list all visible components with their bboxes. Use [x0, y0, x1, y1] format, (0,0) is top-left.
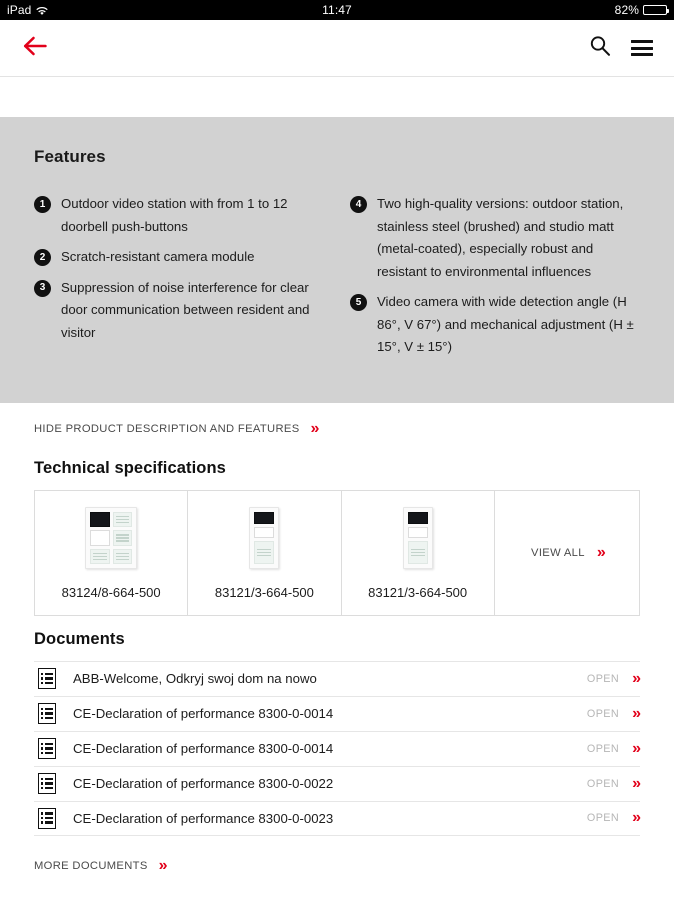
document-icon: [38, 773, 56, 794]
status-bar-clock: 11:47: [322, 3, 352, 17]
feature-text: Suppression of noise interference for cl…: [61, 279, 310, 340]
product-variant-card[interactable]: 83124/8-664-500: [35, 490, 189, 615]
double-chevron-right-icon: »: [310, 419, 320, 437]
document-row[interactable]: ABB-Welcome, Odkryj swoj dom na nowo OPE…: [34, 660, 641, 696]
menu-button[interactable]: [628, 34, 656, 62]
view-all-label: VIEW ALL: [531, 546, 585, 559]
document-icon: [38, 668, 56, 689]
feature-number-badge: 1: [34, 196, 51, 213]
product-thumbnail: [249, 505, 280, 571]
navigation-actions: [586, 34, 656, 62]
document-icon: [38, 738, 56, 759]
product-image-narrow-icon: [402, 507, 433, 569]
double-chevron-right-icon: »: [632, 774, 641, 792]
feature-item: 3 Suppression of noise interference for …: [34, 277, 324, 345]
status-bar-right: 82%: [614, 3, 669, 17]
product-thumbnail: [402, 505, 433, 571]
feature-number-badge: 3: [34, 279, 51, 297]
status-bar: iPad 11:47 82%: [0, 0, 674, 20]
product-thumbnail: [85, 505, 138, 571]
document-open-label: OPEN: [586, 742, 620, 755]
feature-item: 2 Scratch-resistant camera module: [34, 246, 324, 269]
search-icon: [588, 34, 612, 63]
document-open-label: OPEN: [586, 707, 620, 720]
feature-item: 1 Outdoor video station with from 1 to 1…: [34, 193, 324, 238]
feature-text: Video camera with wide detection angle (…: [377, 294, 634, 354]
feature-text: Scratch-resistant camera module: [61, 249, 255, 264]
features-column-left: 1 Outdoor video station with from 1 to 1…: [34, 193, 324, 367]
technical-specifications-section: 83124/8-664-500 83121/3-664-500 83121/3-…: [0, 489, 674, 616]
document-row[interactable]: CE-Declaration of performance 8300-0-002…: [34, 765, 641, 801]
feature-text: Two high-quality versions: outdoor stati…: [377, 196, 624, 279]
document-open-label: OPEN: [586, 812, 620, 824]
features-section: Features 1 Outdoor video station with fr…: [0, 117, 674, 403]
document-open-label: OPEN: [586, 672, 620, 685]
document-open-label: OPEN: [586, 777, 620, 790]
hide-product-description-link[interactable]: HIDE PRODUCT DESCRIPTION AND FEATURES »: [0, 403, 674, 445]
wifi-icon: [36, 5, 49, 15]
document-row[interactable]: CE-Declaration of performance 8300-0-001…: [34, 695, 641, 731]
product-variant-label: 83121/3-664-500: [214, 585, 314, 600]
double-chevron-right-icon: »: [158, 856, 168, 874]
features-heading: Features: [34, 147, 106, 166]
device-name: iPad: [7, 3, 32, 17]
double-chevron-right-icon: »: [632, 809, 641, 826]
feature-number-badge: 2: [34, 249, 51, 266]
technical-specifications-heading: Technical specifications: [34, 458, 226, 477]
app-root: iPad 11:47 82% Features 1 Outdoor video …: [0, 0, 674, 899]
double-chevron-right-icon: »: [632, 669, 641, 687]
hide-product-description-label: HIDE PRODUCT DESCRIPTION AND FEATURES: [34, 422, 300, 435]
more-documents-label: MORE DOCUMENTS: [34, 859, 148, 872]
product-variant-label: 83121/3-664-500: [368, 585, 468, 600]
features-columns: 1 Outdoor video station with from 1 to 1…: [34, 193, 640, 367]
battery-percent-label: 82%: [614, 3, 639, 17]
battery-icon: [643, 5, 669, 15]
document-row[interactable]: CE-Declaration of performance 8300-0-002…: [34, 800, 641, 836]
feature-item: 4 Two high-quality versions: outdoor sta…: [350, 193, 640, 283]
document-name: CE-Declaration of performance 8300-0-002…: [73, 810, 334, 826]
feature-item: 5 Video camera with wide detection angle…: [350, 291, 640, 359]
status-bar-left: iPad: [7, 3, 49, 17]
double-chevron-right-icon: »: [632, 704, 641, 722]
more-documents-link[interactable]: MORE DOCUMENTS »: [0, 836, 674, 874]
document-name: CE-Declaration of performance 8300-0-001…: [73, 741, 334, 756]
document-name: ABB-Welcome, Odkryj swoj dom na nowo: [73, 671, 317, 686]
double-chevron-right-icon: »: [596, 543, 606, 561]
feature-number-badge: 4: [350, 196, 367, 213]
documents-section: ABB-Welcome, Odkryj swoj dom na nowo OPE…: [0, 660, 674, 836]
product-image-narrow-icon: [249, 507, 280, 569]
double-chevron-right-icon: »: [632, 739, 641, 757]
product-variant-card[interactable]: 83121/3-664-500: [342, 490, 495, 615]
back-arrow-icon: [22, 35, 48, 62]
content-top-spacer: [0, 77, 674, 117]
documents-heading: Documents: [34, 629, 125, 648]
document-name: CE-Declaration of performance 8300-0-002…: [73, 776, 334, 791]
feature-text: Outdoor video station with from 1 to 12 …: [61, 196, 288, 234]
product-variant-card[interactable]: 83121/3-664-500: [188, 490, 342, 615]
hamburger-menu-icon: [631, 37, 653, 60]
product-variant-label: 83124/8-664-500: [61, 585, 161, 600]
features-column-right: 4 Two high-quality versions: outdoor sta…: [350, 193, 640, 367]
navigation-bar: [0, 20, 674, 77]
document-icon: [38, 703, 56, 724]
document-name: CE-Declaration of performance 8300-0-001…: [73, 706, 334, 721]
product-image-wide-icon: [85, 507, 138, 569]
product-variants-grid: 83124/8-664-500 83121/3-664-500 83121/3-…: [34, 489, 640, 616]
back-button[interactable]: [18, 31, 52, 65]
document-icon: [38, 807, 56, 829]
document-row[interactable]: CE-Declaration of performance 8300-0-001…: [34, 730, 641, 766]
feature-number-badge: 5: [350, 294, 367, 311]
search-button[interactable]: [586, 34, 614, 62]
view-all-button[interactable]: VIEW ALL »: [495, 491, 639, 615]
